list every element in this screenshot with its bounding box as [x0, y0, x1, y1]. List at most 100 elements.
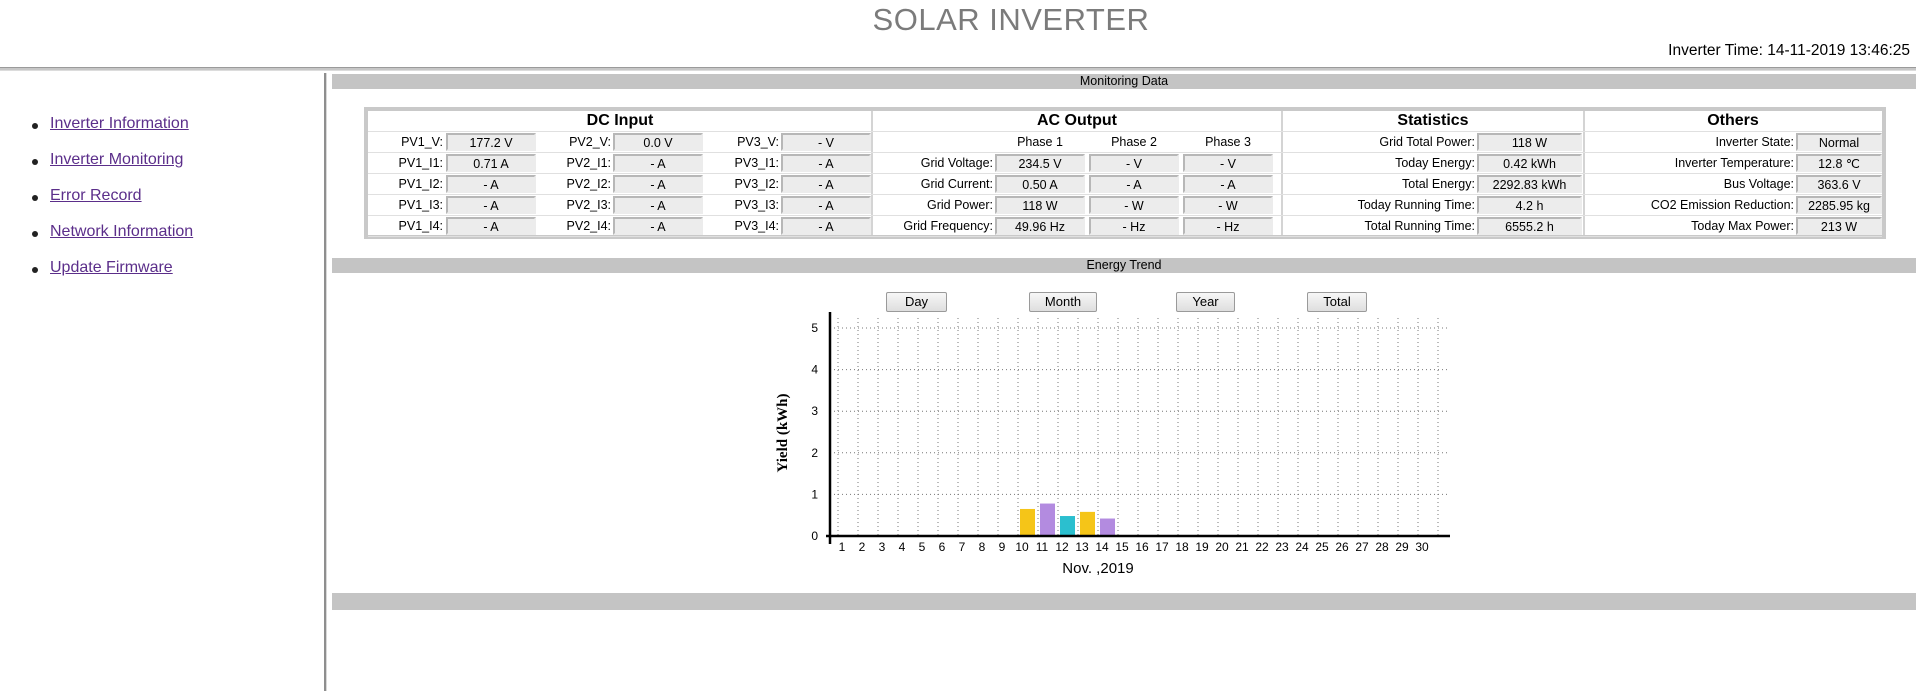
others-label: Inverter Temperature:	[1674, 156, 1794, 170]
others-label: CO2 Emission Reduction:	[1650, 198, 1794, 212]
dc-value: - A	[613, 217, 703, 235]
dc-label: PV3_I4:	[734, 219, 779, 233]
others-value: 2285.95 kg	[1796, 196, 1882, 214]
monitoring-data-header: Monitoring Data	[332, 74, 1916, 89]
ac-label: Grid Voltage:	[920, 156, 993, 170]
dc-label: PV1_I2:	[398, 177, 443, 191]
row-divider	[368, 236, 1882, 237]
y-tick-label: 5	[811, 321, 818, 335]
network-information-link[interactable]: Network Information	[50, 223, 193, 241]
year-button[interactable]: Year	[1176, 292, 1235, 312]
stats-label: Total Running Time:	[1364, 219, 1475, 233]
x-tick-label: 20	[1215, 540, 1229, 554]
x-tick-label: 11	[1036, 540, 1049, 554]
inverter-information-link[interactable]: Inverter Information	[50, 115, 189, 133]
x-tick-label: 7	[959, 540, 966, 554]
bullet-icon	[32, 231, 38, 237]
bar-day-10	[1020, 508, 1035, 536]
header-divider	[0, 67, 1916, 71]
dc-label: PV1_I4:	[398, 219, 443, 233]
phase-header: Phase 1	[1017, 135, 1063, 149]
ac-value: - Hz	[1183, 217, 1273, 235]
stats-value: 118 W	[1477, 133, 1582, 151]
x-tick-label: 10	[1015, 540, 1029, 554]
dc-value: - A	[781, 175, 871, 193]
group-header-ac: AC Output	[872, 111, 1282, 132]
others-value: 213 W	[1796, 217, 1882, 235]
stats-value: 6555.2 h	[1477, 217, 1582, 235]
x-tick-label: 9	[999, 540, 1006, 554]
phase-header: Phase 3	[1205, 135, 1251, 149]
dc-value: 0.71 A	[446, 154, 536, 172]
error-record-link[interactable]: Error Record	[50, 187, 142, 205]
stats-label: Total Energy:	[1402, 177, 1475, 191]
x-tick-label: 17	[1155, 540, 1169, 554]
bullet-icon	[32, 267, 38, 273]
day-button[interactable]: Day	[886, 292, 947, 312]
footer-bar	[332, 593, 1916, 610]
inverter-monitoring-link[interactable]: Inverter Monitoring	[50, 151, 183, 169]
group-header-others: Others	[1584, 111, 1882, 132]
dc-label: PV1_I1:	[398, 156, 443, 170]
dc-label: PV2_V:	[569, 135, 611, 149]
ac-value: - A	[1183, 175, 1273, 193]
dc-value: - A	[781, 217, 871, 235]
others-label: Today Max Power:	[1691, 219, 1794, 233]
dc-value: - A	[781, 196, 871, 214]
ac-value: - W	[1183, 196, 1273, 214]
ac-value: - W	[1089, 196, 1179, 214]
bullet-icon	[32, 195, 38, 201]
x-tick-label: 22	[1255, 540, 1269, 554]
dc-value: - A	[613, 196, 703, 214]
dc-label: PV2_I4:	[566, 219, 611, 233]
x-tick-label: 16	[1135, 540, 1149, 554]
group-header-stats: Statistics	[1282, 111, 1584, 132]
y-tick-label: 2	[811, 446, 818, 460]
stats-value: 2292.83 kWh	[1477, 175, 1582, 193]
update-firmware-link[interactable]: Update Firmware	[50, 259, 173, 277]
others-value: Normal	[1796, 133, 1882, 151]
stats-label: Grid Total Power:	[1379, 135, 1475, 149]
others-value: 12.8 ℃	[1796, 154, 1882, 172]
phase-header: Phase 2	[1111, 135, 1157, 149]
month-button[interactable]: Month	[1029, 292, 1097, 312]
others-label: Inverter State:	[1715, 135, 1794, 149]
x-tick-label: 6	[939, 540, 946, 554]
x-tick-label: 25	[1315, 540, 1329, 554]
inverter-time-value: 14-11-2019 13:46:25	[1767, 42, 1910, 59]
total-button[interactable]: Total	[1307, 292, 1367, 312]
ac-label: Grid Frequency:	[903, 219, 993, 233]
ac-label: Grid Current:	[920, 177, 993, 191]
x-tick-label: 24	[1295, 540, 1309, 554]
y-tick-label: 4	[811, 363, 818, 377]
ac-value: - A	[1089, 175, 1179, 193]
inverter-time: Inverter Time: 14-11-2019 13:46:25	[1668, 41, 1910, 61]
ac-label: Grid Power:	[927, 198, 993, 212]
dc-label: PV3_V:	[737, 135, 779, 149]
dc-label: PV2_I3:	[566, 198, 611, 212]
sidebar-divider	[326, 73, 327, 691]
bullet-icon	[32, 159, 38, 165]
stats-value: 4.2 h	[1477, 196, 1582, 214]
x-tick-label: 8	[979, 540, 986, 554]
dc-label: PV3_I3:	[734, 198, 779, 212]
x-tick-label: 21	[1235, 540, 1249, 554]
x-axis-label: Nov. ,2019	[1062, 560, 1133, 577]
energy-trend-header: Energy Trend	[332, 258, 1916, 273]
inverter-time-label: Inverter Time:	[1668, 42, 1763, 59]
x-tick-label: 28	[1375, 540, 1389, 554]
x-tick-label: 27	[1355, 540, 1369, 554]
stats-label: Today Running Time:	[1357, 198, 1475, 212]
x-tick-label: 2	[859, 540, 866, 554]
bar-day-13	[1080, 511, 1095, 536]
sidebar: Inverter Information Inverter Monitoring…	[0, 73, 326, 691]
ac-value: - V	[1183, 154, 1273, 172]
dc-value: - A	[781, 154, 871, 172]
dc-label: PV3_I1:	[734, 156, 779, 170]
monitoring-table: DC Input AC Output Statistics Others PV1_V: 1…	[364, 107, 1886, 239]
energy-trend-chart: 0123451 2 3 4 5 6 7 8 9 10 11 12 13 14 15 16 17 18 19 20 21 2…	[775, 312, 1450, 577]
y-axis-label: Yield (kWh)	[775, 393, 791, 472]
x-tick-label: 23	[1275, 540, 1289, 554]
dc-value: - A	[446, 196, 536, 214]
ac-value: 49.96 Hz	[995, 217, 1085, 235]
